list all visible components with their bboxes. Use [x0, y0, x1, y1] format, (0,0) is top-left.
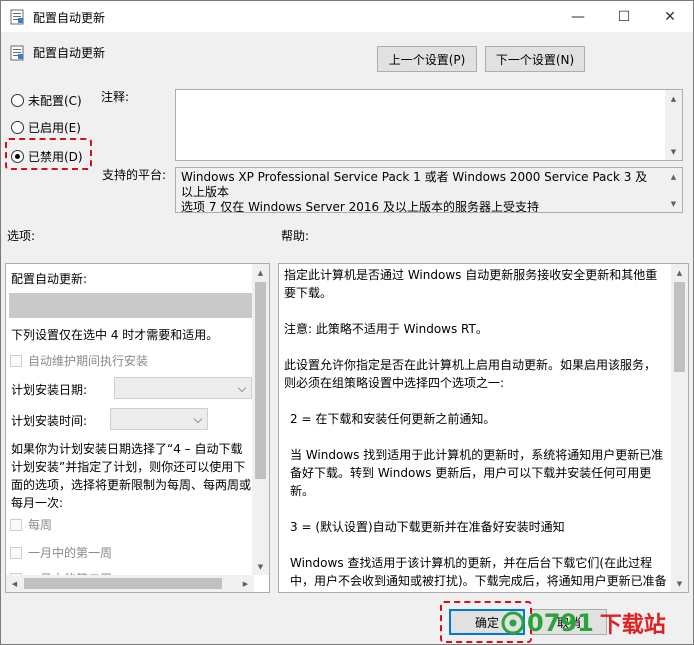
scroll-down-icon[interactable]: ▼ — [665, 143, 682, 160]
radio-label: 未配置(C) — [28, 93, 82, 108]
policy-name: 配置自动更新 — [33, 46, 106, 60]
radio-circle[interactable] — [11, 120, 24, 134]
schedule-note: 如果你为计划安装日期选择了“4 – 自动下载计划安装”并指定了计划，则你还可以使… — [11, 442, 252, 510]
checkbox-label: 一月中的第一周 — [28, 546, 113, 560]
comment-scrollbar[interactable]: ▲ ▼ — [665, 90, 682, 160]
platform-text: Windows XP Professional Service Pack 1 或… — [181, 170, 648, 199]
next-setting-button[interactable]: 下一个设置(N) — [485, 46, 585, 72]
scroll-thumb[interactable] — [24, 578, 222, 589]
radio-not-configured[interactable]: 未配置(C) — [11, 91, 82, 109]
policy-settings-icon — [10, 9, 24, 25]
watermark-badge-icon — [501, 611, 525, 635]
help-paragraph: 此设置允许你指定是否在此计算机上启用自动更新。如果启用该服务，则必须在组策略设置… — [284, 358, 657, 390]
policy-settings-icon — [10, 45, 24, 61]
checkbox-box[interactable] — [10, 546, 22, 559]
weekly-checkbox[interactable]: 每周 — [10, 516, 52, 533]
close-button[interactable]: ✕ — [647, 1, 693, 32]
help-panel: 指定此计算机是否通过 Windows 自动更新服务接收安全更新和其他重要下载。 … — [278, 263, 689, 593]
chevron-down-icon — [193, 414, 203, 424]
options-vertical-scrollbar[interactable]: ▲ ▼ — [252, 264, 269, 575]
update-mode-dropdown[interactable] — [9, 293, 253, 318]
watermark-logo: 0791 下载站 — [501, 604, 666, 642]
close-icon: ✕ — [664, 8, 676, 25]
radio-label: 已启用(E) — [28, 120, 81, 135]
maximize-icon: ☐ — [617, 8, 631, 25]
checkbox-label: 每周 — [28, 518, 53, 532]
window-title: 配置自动更新 — [33, 11, 106, 25]
platform-text-cut: 选项 7 仅在 Windows Server 2016 及以上版本的服务器上受支… — [181, 200, 539, 212]
maximize-button[interactable]: ☐ — [601, 1, 647, 32]
scroll-thumb[interactable] — [674, 282, 685, 372]
schedule-time-dropdown[interactable] — [110, 408, 208, 430]
scroll-up-icon[interactable]: ▲ — [665, 90, 682, 107]
platform-box: Windows XP Professional Service Pack 1 或… — [175, 167, 683, 213]
scroll-down-icon[interactable]: ▼ — [671, 575, 688, 592]
help-paragraph: 指定此计算机是否通过 Windows 自动更新服务接收安全更新和其他重要下载。 — [284, 268, 658, 300]
minimize-button[interactable]: — — [555, 1, 601, 32]
platform-scrollbar[interactable]: ▲ ▼ — [665, 168, 682, 212]
schedule-time-label: 计划安装时间: — [11, 414, 88, 428]
options-section-label: 选项: — [7, 229, 36, 243]
scroll-thumb[interactable] — [255, 282, 266, 479]
options-horizontal-scrollbar[interactable]: ◀ ▶ — [6, 575, 254, 592]
scroll-down-icon[interactable]: ▼ — [252, 558, 269, 575]
help-paragraph: 2 = 在下载和安装任何更新之前通知。 — [290, 412, 496, 426]
help-text: 指定此计算机是否通过 Windows 自动更新服务接收安全更新和其他重要下载。 … — [284, 266, 667, 592]
help-vertical-scrollbar[interactable]: ▲ ▼ — [671, 264, 688, 592]
disabled-highlight-box — [5, 138, 92, 170]
radio-circle[interactable] — [11, 93, 24, 107]
chevron-down-icon — [237, 383, 247, 393]
checkbox-box[interactable] — [10, 518, 22, 531]
schedule-day-label: 计划安装日期: — [11, 383, 88, 397]
watermark-site: 下载站 — [599, 613, 666, 638]
scroll-up-icon[interactable]: ▲ — [665, 168, 682, 185]
help-paragraph: 注意: 此策略不适用于 Windows RT。 — [284, 322, 488, 336]
applies-note: 下列设置仅在选中 4 时才需要和适用。 — [11, 328, 219, 342]
scroll-right-icon[interactable]: ▶ — [237, 575, 254, 592]
previous-setting-button[interactable]: 上一个设置(P) — [377, 46, 477, 72]
help-paragraph: 3 = (默认设置)自动下载更新并在准备好安装时通知 — [290, 520, 565, 534]
schedule-day-dropdown[interactable] — [114, 377, 252, 399]
checkbox-label: 自动维护期间执行安装 — [28, 354, 149, 368]
help-section-label: 帮助: — [281, 229, 310, 243]
scroll-up-icon[interactable]: ▲ — [252, 264, 269, 281]
maintenance-install-checkbox[interactable]: 自动维护期间执行安装 — [10, 352, 148, 369]
watermark-number: 0791 — [527, 609, 594, 637]
title-bar: 配置自动更新 — ☐ ✕ — [1, 1, 693, 32]
checkbox-box[interactable] — [10, 354, 22, 367]
options-title: 配置自动更新: — [11, 272, 88, 286]
minimize-icon: — — [571, 8, 585, 25]
policy-dialog: 配置自动更新 — ☐ ✕ 配置自动更新 上一个设置(P) 下一个设置(N) 未配… — [0, 0, 694, 645]
comment-label: 注释: — [101, 90, 130, 104]
help-paragraph: 当 Windows 找到适用于此计算机的更新时，系统将通知用户更新已准备好下载。… — [290, 448, 664, 498]
scroll-left-icon[interactable]: ◀ — [6, 575, 23, 592]
platform-text-block: Windows XP Professional Service Pack 1 或… — [181, 170, 659, 212]
first-week-checkbox[interactable]: 一月中的第一周 — [10, 544, 112, 561]
scroll-up-icon[interactable]: ▲ — [671, 264, 688, 281]
scroll-down-icon[interactable]: ▼ — [665, 195, 682, 212]
options-panel: 配置自动更新: 下列设置仅在选中 4 时才需要和适用。 自动维护期间执行安装 计… — [5, 263, 270, 593]
help-paragraph: Windows 查找适用于该计算机的更新，并在后台下载它们(在此过程中，用户不会… — [290, 556, 667, 588]
platform-label: 支持的平台: — [102, 168, 167, 182]
comment-textarea[interactable]: ▲ ▼ — [175, 89, 683, 161]
radio-enabled[interactable]: 已启用(E) — [11, 118, 81, 136]
